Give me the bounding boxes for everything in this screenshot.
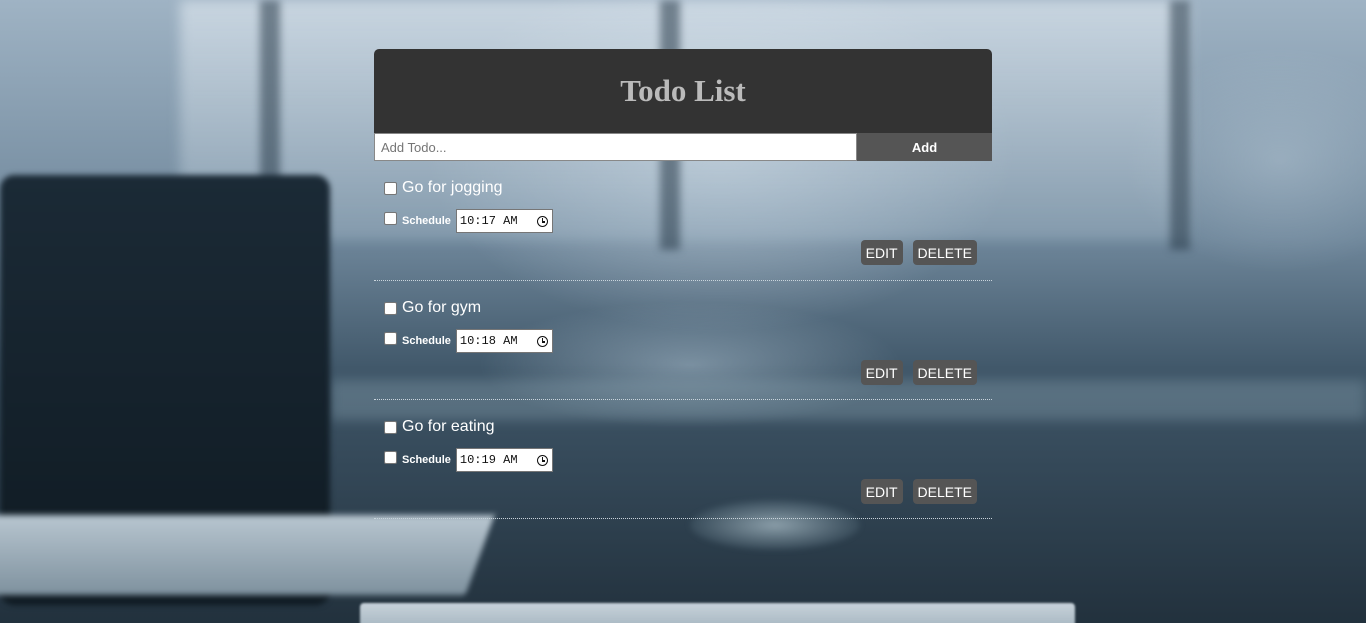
time-input[interactable]: 10:17 AM bbox=[455, 209, 553, 233]
add-todo-input[interactable] bbox=[374, 133, 857, 161]
schedule-line: Schedule 10:18 AM bbox=[384, 329, 553, 353]
schedule-checkbox[interactable] bbox=[384, 450, 397, 464]
time-input[interactable]: 10:19 AM bbox=[455, 448, 553, 472]
schedule-label: Schedule bbox=[402, 215, 451, 227]
app-header: Todo List bbox=[374, 49, 992, 133]
todo-actions: EDIT DELETE bbox=[860, 479, 977, 504]
todo-item: Go for gym Schedule 10:18 AM EDIT DELETE bbox=[374, 281, 992, 400]
schedule-line: Schedule 10:17 AM bbox=[384, 209, 553, 233]
todo-line: Go for gym bbox=[384, 298, 481, 318]
time-value: 10:17 AM bbox=[459, 214, 518, 228]
delete-button[interactable]: DELETE bbox=[912, 360, 977, 385]
time-value: 10:19 AM bbox=[459, 453, 518, 467]
todo-actions: EDIT DELETE bbox=[860, 360, 977, 385]
background-keyboard bbox=[360, 603, 1075, 623]
todo-complete-checkbox[interactable] bbox=[384, 181, 397, 195]
schedule-checkbox[interactable] bbox=[384, 211, 397, 225]
clock-icon[interactable] bbox=[536, 215, 548, 227]
app-title: Todo List bbox=[620, 73, 746, 108]
delete-button[interactable]: DELETE bbox=[912, 479, 977, 504]
todo-line: Go for eating bbox=[384, 417, 495, 437]
time-input[interactable]: 10:18 AM bbox=[455, 329, 553, 353]
background-laptop-base bbox=[0, 515, 495, 595]
todo-app: Todo List Add Go for jogging Schedule 10… bbox=[374, 49, 992, 519]
edit-button[interactable]: EDIT bbox=[860, 479, 903, 504]
edit-button[interactable]: EDIT bbox=[860, 360, 903, 385]
delete-button[interactable]: DELETE bbox=[912, 240, 977, 265]
add-todo-form: Add bbox=[374, 133, 992, 161]
schedule-checkbox[interactable] bbox=[384, 331, 397, 345]
schedule-label: Schedule bbox=[402, 454, 451, 466]
schedule-label: Schedule bbox=[402, 335, 451, 347]
clock-icon[interactable] bbox=[536, 454, 548, 466]
add-todo-button[interactable]: Add bbox=[857, 133, 992, 161]
todo-complete-checkbox[interactable] bbox=[384, 420, 397, 434]
todo-text: Go for eating bbox=[402, 418, 495, 435]
todo-item: Go for eating Schedule 10:19 AM EDIT DEL… bbox=[374, 400, 992, 519]
todo-list: Go for jogging Schedule 10:17 AM EDIT DE… bbox=[374, 161, 992, 519]
clock-icon[interactable] bbox=[536, 335, 548, 347]
todo-text: Go for jogging bbox=[402, 179, 503, 196]
todo-actions: EDIT DELETE bbox=[860, 240, 977, 265]
todo-text: Go for gym bbox=[402, 299, 482, 316]
schedule-line: Schedule 10:19 AM bbox=[384, 448, 553, 472]
todo-complete-checkbox[interactable] bbox=[384, 301, 397, 315]
background-window-frame bbox=[1170, 0, 1190, 250]
time-value: 10:18 AM bbox=[459, 334, 518, 348]
edit-button[interactable]: EDIT bbox=[860, 240, 903, 265]
todo-item: Go for jogging Schedule 10:17 AM EDIT DE… bbox=[374, 161, 992, 281]
todo-line: Go for jogging bbox=[384, 178, 503, 198]
